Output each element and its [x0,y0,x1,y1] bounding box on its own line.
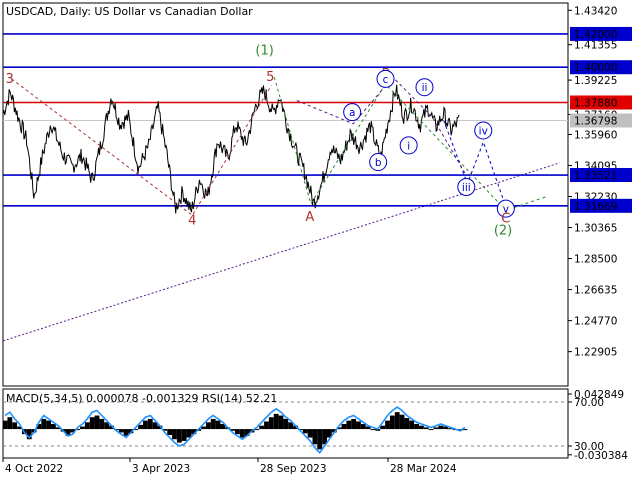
macd-bar [118,429,124,433]
macd-bar [283,418,289,430]
macd-bar [322,429,327,445]
macd-bar [356,421,361,430]
macd-bar [360,424,366,430]
macd-bar [307,429,313,438]
macd-bar [428,429,434,431]
macd-bar [385,420,390,430]
macd-bar [12,422,18,430]
time-tick-label: 28 Mar 2024 [390,463,457,475]
macd-bar [268,417,274,430]
indicator-title: MACD(5,34,5) 0.000078 -0.001329 RSI(14) … [6,392,277,405]
macd-bar [259,425,265,430]
level-box-label-1: 1.40000 [574,62,617,74]
price-tick-label: 1.28500 [574,254,617,266]
price-tick-label: 1.39225 [574,75,617,87]
wave-label-A: A [305,210,314,225]
macd-bar [176,429,182,443]
macd-bar [264,421,269,430]
macd-bar [389,415,395,430]
macd-bar [273,413,279,430]
macd-bar [370,429,376,431]
macd-bar [210,418,216,430]
usdcad-chart: 345(1)ABabciiiiiiivvC(2) 1.434201.413551… [0,0,640,480]
macd-bar [147,418,153,430]
macd-bar [423,427,429,430]
macd-bar [414,424,419,430]
macd-bar [172,429,177,440]
macd-bar [138,424,143,430]
chart-symbol-title: USDCAD, Daily: US Dollar vs Canadian Dol… [6,5,253,18]
macd-bar [181,429,187,441]
macd-bar [312,429,318,445]
macd-bar [433,427,439,430]
macd-bar [404,418,410,430]
macd-bar [341,424,347,430]
wave-label-5: 5 [266,70,274,85]
price-tick-label: 1.35960 [574,129,617,141]
wave-label-(1): (1) [255,44,273,59]
macd-bar [399,414,405,430]
price-tick-label: 1.41355 [574,40,617,52]
macd-bar [380,425,386,430]
wave-label-b: b [375,157,382,169]
macd-bar [278,415,284,430]
macd-bar [215,420,221,430]
price-tick-label: 1.24770 [574,316,617,328]
macd-bar [143,420,148,430]
wave-label-3: 3 [6,72,14,87]
macd-bar [94,415,100,430]
time-tick-label: 28 Sep 2023 [260,463,327,475]
wave-label-i: i [407,140,410,152]
macd-bar [239,429,245,438]
level-box-label-2: 1.37880 [574,97,617,109]
level-box-label-4: 1.31669 [574,201,617,213]
macd-bar [51,424,56,430]
wave-label-c: c [383,74,389,86]
level-box-label-3: 1.33521 [574,170,617,182]
macd-bar [167,429,173,435]
macd-bar [419,425,424,430]
price-tick-label: 1.26635 [574,285,617,297]
wave-label-a: a [349,107,355,119]
macd-bar [84,422,90,430]
wave-label-iv: iv [479,125,488,137]
macd-bar [205,422,211,430]
wave-label-4: 4 [188,213,196,228]
time-tick-label: 3 Apr 2023 [132,463,190,475]
macd-bar [186,429,192,438]
indicator-tick-label: 70.00 [574,397,604,409]
macd-bar [7,417,13,430]
macd-bar [80,426,85,430]
macd-bar [394,412,400,430]
price-tick-label: 1.43420 [574,5,617,17]
macd-bar [2,420,8,430]
price-tick-label: 1.30365 [574,223,617,235]
macd-bar [351,418,357,430]
time-tick-label: 4 Oct 2022 [5,463,63,475]
macd-bar [438,425,444,430]
macd-bar [302,429,308,434]
wave-label-iii: iii [462,182,471,194]
price-tick-label: 1.22905 [574,347,617,359]
macd-bar [89,417,95,430]
indicator-tick-label: -0.030384 [574,450,628,462]
macd-bar [46,420,51,430]
wave-label-(2): (2) [494,223,512,238]
macd-bar [317,429,323,450]
macd-bar [235,429,240,435]
level-box-label-0: 1.42000 [574,29,617,41]
macd-bar [409,420,415,430]
wave-label-ii: ii [422,82,428,94]
current-price-label: 1.36798 [574,115,617,127]
macd-bar [41,418,47,430]
macd-bar [346,420,352,430]
macd-bar [99,418,105,430]
